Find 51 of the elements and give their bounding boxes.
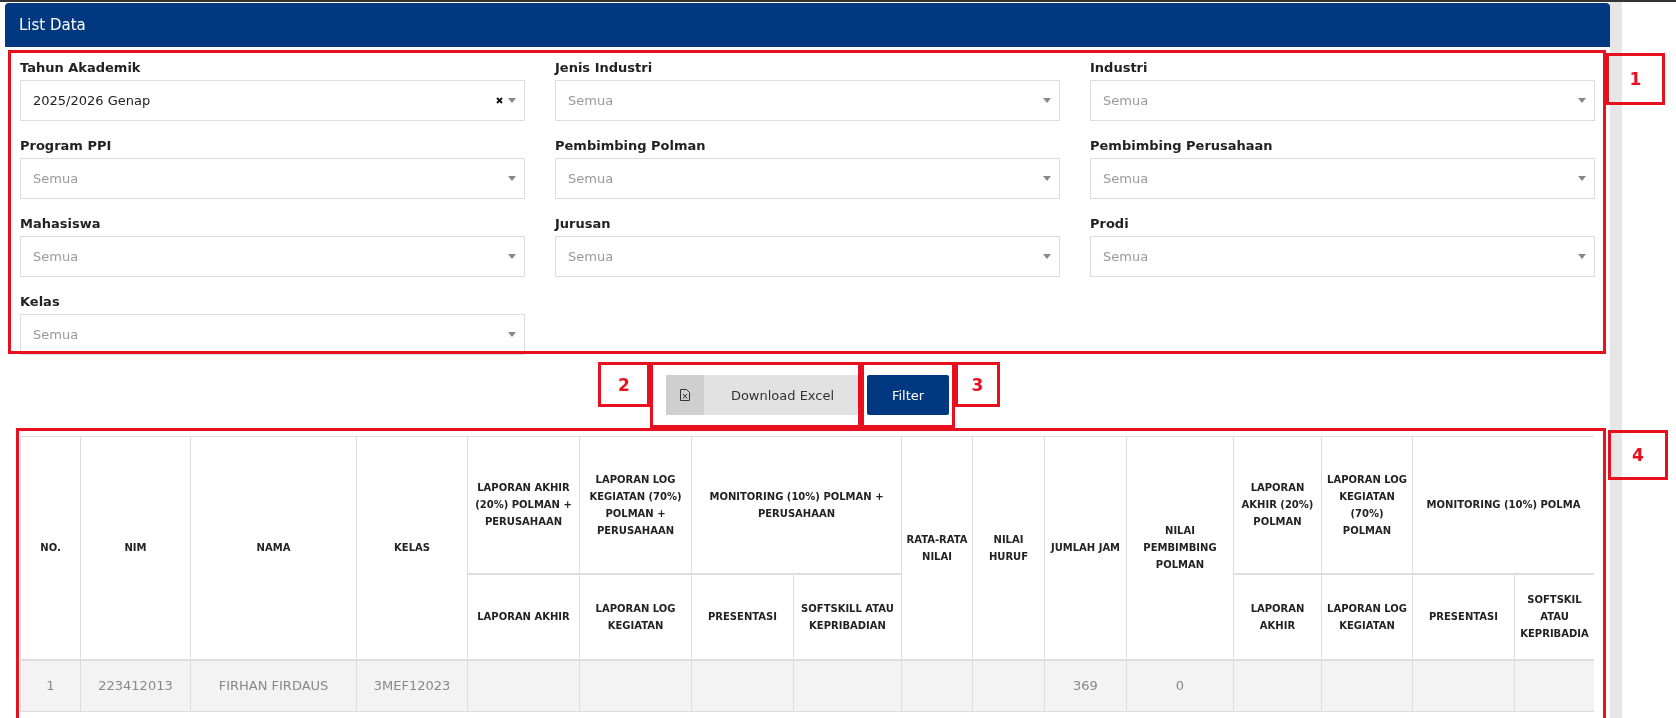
select-field[interactable]: Semua xyxy=(20,314,525,355)
dropdown-caret-icon xyxy=(1043,254,1051,259)
select-field[interactable]: Semua xyxy=(1090,158,1595,199)
select-field[interactable]: 2025/2026 Genap xyxy=(20,80,525,121)
select-field[interactable]: Semua xyxy=(1090,80,1595,121)
column-header: MONITORING (10%) POLMAN + PERUSAHAAN xyxy=(691,436,902,574)
field-label: Pembimbing Polman xyxy=(555,138,707,153)
column-header: LAPORAN AKHIR (20%) POLMAN + PERUSAHAAN xyxy=(467,436,580,574)
column-header: LAPORAN AKHIR (20%) POLMAN xyxy=(1233,436,1322,574)
field-label: Prodi xyxy=(1090,216,1130,231)
annotation-number: 1 xyxy=(1606,53,1665,105)
select-field[interactable]: Semua xyxy=(555,80,1060,121)
select-field[interactable]: Semua xyxy=(20,236,525,277)
column-header: LAPORAN LOG KEGIATAN (70%) POLMAN + PERUSAHAAN xyxy=(579,436,692,574)
dropdown-caret-icon xyxy=(508,254,516,259)
dropdown-caret-icon xyxy=(1043,176,1051,181)
dropdown-caret-icon xyxy=(508,176,516,181)
table-cell: 369 xyxy=(1073,678,1098,693)
field-label: Jurusan xyxy=(555,216,612,231)
table-cell: 223412013 xyxy=(98,678,173,693)
column-header: LAPORAN LOG KEGIATAN (70%) POLMAN xyxy=(1321,436,1413,574)
select-field[interactable]: Semua xyxy=(555,236,1060,277)
scrollbar[interactable] xyxy=(1610,2,1622,718)
field-label: Industri xyxy=(1090,60,1149,75)
select-field[interactable]: Semua xyxy=(555,158,1060,199)
clear-icon[interactable] xyxy=(496,97,503,104)
download-excel-button[interactable]: Download Excel xyxy=(666,375,861,415)
filter-button[interactable]: Filter xyxy=(867,375,949,415)
field-label: Tahun Akademik xyxy=(20,60,142,75)
dropdown-caret-icon xyxy=(1043,98,1051,103)
panel-title: List Data xyxy=(19,16,86,34)
field-label: Kelas xyxy=(20,294,61,309)
dropdown-caret-icon xyxy=(1578,176,1586,181)
table-cell: FIRHAN FIRDAUS xyxy=(218,678,329,693)
dropdown-caret-icon xyxy=(508,98,516,103)
annotation-number: 3 xyxy=(955,362,1000,407)
table-cell: 1 xyxy=(46,678,55,693)
select-field[interactable]: Semua xyxy=(1090,236,1595,277)
field-label: Program PPI xyxy=(20,138,113,153)
annotation-number: 2 xyxy=(598,362,650,407)
dropdown-caret-icon xyxy=(1578,98,1586,103)
table-cell: 0 xyxy=(1175,678,1185,693)
annotation-number: 4 xyxy=(1608,430,1668,480)
table-cell: 3MEF12023 xyxy=(373,678,451,693)
dropdown-caret-icon xyxy=(508,332,516,337)
field-label: Jenis Industri xyxy=(555,60,654,75)
spreadsheet-file-icon xyxy=(680,389,690,401)
field-label: Mahasiswa xyxy=(20,216,102,231)
dropdown-caret-icon xyxy=(1578,254,1586,259)
field-label: Pembimbing Perusahaan xyxy=(1090,138,1274,153)
select-field[interactable]: Semua xyxy=(20,158,525,199)
